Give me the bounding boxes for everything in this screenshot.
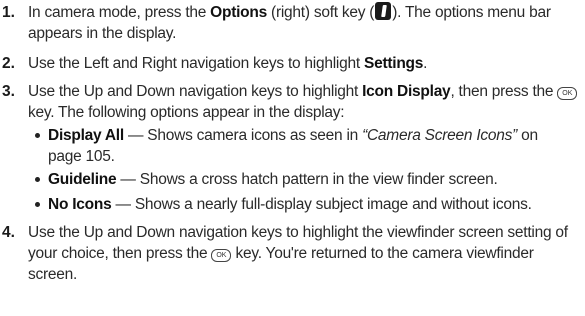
step-number: 4. <box>2 224 15 241</box>
instruction-page: 1. In camera mode, press the Options (ri… <box>0 0 585 316</box>
step-text: Use the Left and Right navigation keys t… <box>28 55 428 72</box>
settings-menu-name: Settings <box>363 55 424 72</box>
right-soft-key-icon <box>375 2 392 20</box>
step-text: Use the Up and Down navigation keys to h… <box>28 81 579 123</box>
option-name: Display All <box>48 127 124 144</box>
bullet-icon <box>35 177 40 182</box>
ok-key-icon: OK <box>211 249 232 262</box>
icon-display-name: Icon Display <box>362 83 451 100</box>
step-text: In camera mode, press the Options (right… <box>28 2 551 42</box>
options-key-name: Options <box>210 4 267 21</box>
step-number: 2. <box>2 55 15 72</box>
bullet-icon <box>35 133 40 138</box>
cross-reference: “Camera Screen Icons” <box>362 127 518 144</box>
ok-key-icon: OK <box>557 87 578 100</box>
step-number: 3. <box>2 83 15 100</box>
bullet-icon <box>35 202 40 207</box>
option-name: Guideline <box>48 171 117 188</box>
step-number: 1. <box>2 4 15 21</box>
option-name: No Icons <box>48 196 112 213</box>
step-text: Use the Up and Down navigation keys to h… <box>28 224 568 283</box>
